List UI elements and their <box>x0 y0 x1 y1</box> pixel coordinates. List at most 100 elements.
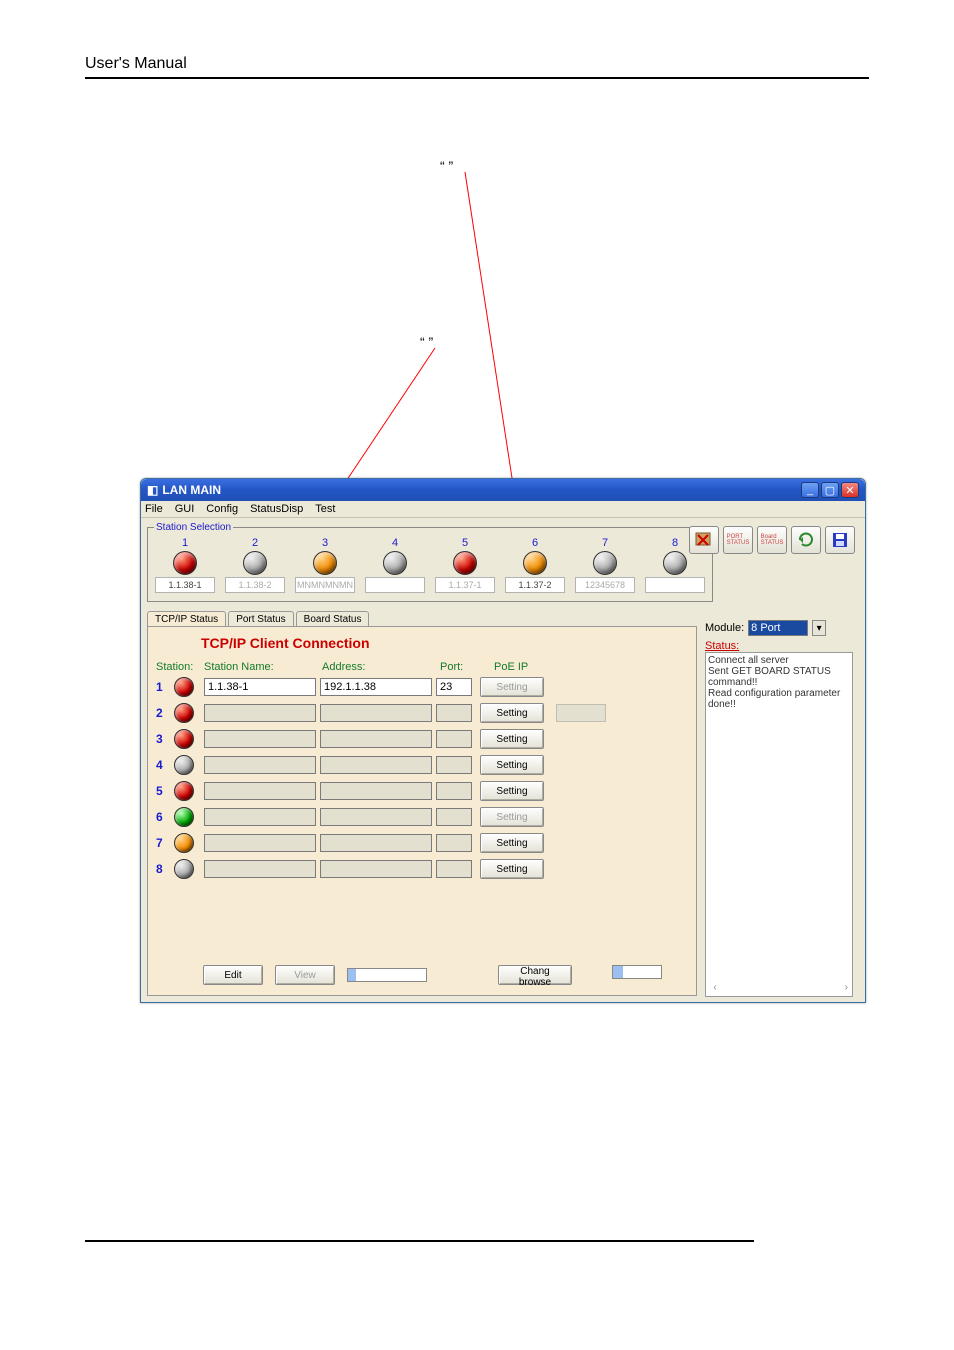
status-log[interactable]: Connect all serverSent GET BOARD STATUS … <box>705 652 853 997</box>
bottom-right-controls: Chang browse <box>498 965 662 985</box>
station-col-6[interactable]: 6 1.1.37-2 <box>504 537 566 593</box>
station-name-input[interactable] <box>204 678 316 696</box>
status-led-icon <box>174 677 194 697</box>
station-col-7[interactable]: 7 12345678 <box>574 537 636 593</box>
callout-quote-2: “ ” <box>420 334 433 350</box>
station-name-input[interactable] <box>204 782 316 800</box>
address-input[interactable] <box>320 730 432 748</box>
port-input[interactable] <box>436 678 472 696</box>
col-station: Station: <box>156 661 200 673</box>
menu-file[interactable]: File <box>145 503 163 515</box>
port-input[interactable] <box>436 756 472 774</box>
poe-setting-button[interactable]: Setting <box>480 703 544 723</box>
chevron-down-icon[interactable]: ▾ <box>812 620 826 636</box>
tab-board-status[interactable]: Board Status <box>296 611 370 627</box>
tab-tcpip-status[interactable]: TCP/IP Status <box>147 611 226 627</box>
station-name-input[interactable] <box>204 756 316 774</box>
station-col-1[interactable]: 11.1.38-1 <box>154 537 216 593</box>
menu-test[interactable]: Test <box>315 503 335 515</box>
poe-setting-button[interactable]: Setting <box>480 677 544 697</box>
station-col-3[interactable]: 3MNMNMNMN <box>294 537 356 593</box>
port-input[interactable] <box>436 730 472 748</box>
station-label <box>365 577 425 593</box>
poe-setting-button[interactable]: Setting <box>480 729 544 749</box>
view-button[interactable]: View <box>275 965 335 985</box>
status-led-icon <box>174 859 194 879</box>
menu-gui[interactable]: GUI <box>175 503 195 515</box>
station-col-4[interactable]: 4 <box>364 537 426 593</box>
station-label: 12345678 <box>575 577 635 593</box>
maximize-button[interactable]: ▢ <box>821 482 839 498</box>
poe-setting-button[interactable]: Setting <box>480 833 544 853</box>
board-status-icon[interactable]: BoardSTATUS <box>757 526 787 554</box>
row-number: 3 <box>156 732 170 746</box>
station-led-icon <box>313 551 337 575</box>
footer-line <box>85 1240 754 1242</box>
module-dropdown[interactable]: 8 Port <box>748 620 808 636</box>
address-input[interactable] <box>320 860 432 878</box>
tab-port-status[interactable]: Port Status <box>228 611 293 627</box>
toolbar: PORTSTATUS BoardSTATUS <box>689 526 855 554</box>
col-poeip: PoE IP <box>494 661 566 673</box>
row-number: 4 <box>156 758 170 772</box>
edit-button[interactable]: Edit <box>203 965 263 985</box>
address-input[interactable] <box>320 782 432 800</box>
address-input[interactable] <box>320 808 432 826</box>
port-status-icon[interactable]: PORTSTATUS <box>723 526 753 554</box>
module-selector: Module: 8 Port ▾ <box>705 620 855 636</box>
station-name-input[interactable] <box>204 704 316 722</box>
port-input[interactable] <box>436 782 472 800</box>
status-line: Read configuration parameter done!! <box>708 688 850 710</box>
station-name-input[interactable] <box>204 834 316 852</box>
refresh-icon[interactable] <box>791 526 821 554</box>
poe-setting-button[interactable]: Setting <box>480 755 544 775</box>
address-input[interactable] <box>320 704 432 722</box>
tab-row: TCP/IP Status Port Status Board Status <box>147 610 697 626</box>
menu-statusdisp[interactable]: StatusDisp <box>250 503 303 515</box>
address-input[interactable] <box>320 678 432 696</box>
station-name-input[interactable] <box>204 860 316 878</box>
port-input[interactable] <box>436 834 472 852</box>
station-led-icon <box>453 551 477 575</box>
close-button[interactable]: ✕ <box>841 482 859 498</box>
tab-panel-tcpip: TCP/IP Client Connection Station: Statio… <box>147 626 697 996</box>
tcp-row: 6Setting <box>156 807 688 827</box>
bottom-buttons: Edit View <box>203 965 427 985</box>
status-line: Connect all server <box>708 655 850 666</box>
station-name-input[interactable] <box>204 730 316 748</box>
poe-setting-button[interactable]: Setting <box>480 859 544 879</box>
status-led-icon <box>174 755 194 775</box>
menu-config[interactable]: Config <box>206 503 238 515</box>
right-panel: Module: 8 Port ▾ Status: Connect all ser… <box>705 620 855 997</box>
tcp-row: 1Setting <box>156 677 688 697</box>
station-number: 6 <box>532 537 538 549</box>
status-led-icon <box>174 781 194 801</box>
minimize-button[interactable]: _ <box>801 482 819 498</box>
poe-setting-button[interactable]: Setting <box>480 807 544 827</box>
poe-setting-button[interactable]: Setting <box>480 781 544 801</box>
station-col-2[interactable]: 21.1.38-2 <box>224 537 286 593</box>
address-input[interactable] <box>320 756 432 774</box>
titlebar[interactable]: ◧ LAN MAIN _ ▢ ✕ <box>141 479 865 501</box>
station-name-input[interactable] <box>204 808 316 826</box>
port-input[interactable] <box>436 808 472 826</box>
status-label: Status: <box>705 640 855 652</box>
save-icon[interactable] <box>825 526 855 554</box>
station-led-icon <box>593 551 617 575</box>
station-number: 8 <box>672 537 678 549</box>
change-browse-button[interactable]: Chang browse <box>498 965 572 985</box>
row-number: 2 <box>156 706 170 720</box>
app-icon: ◧ <box>147 483 158 497</box>
extra-box <box>556 704 606 722</box>
port-input[interactable] <box>436 860 472 878</box>
station-label: 1.1.37-2 <box>505 577 565 593</box>
station-number: 3 <box>322 537 328 549</box>
station-col-5[interactable]: 51.1.37-1 <box>434 537 496 593</box>
station-number: 5 <box>462 537 468 549</box>
connect-icon[interactable] <box>689 526 719 554</box>
app-body: Station Selection 11.1.38-121.1.38-23MNM… <box>141 518 865 1002</box>
station-number: 7 <box>602 537 608 549</box>
tcp-row: 5Setting <box>156 781 688 801</box>
address-input[interactable] <box>320 834 432 852</box>
port-input[interactable] <box>436 704 472 722</box>
